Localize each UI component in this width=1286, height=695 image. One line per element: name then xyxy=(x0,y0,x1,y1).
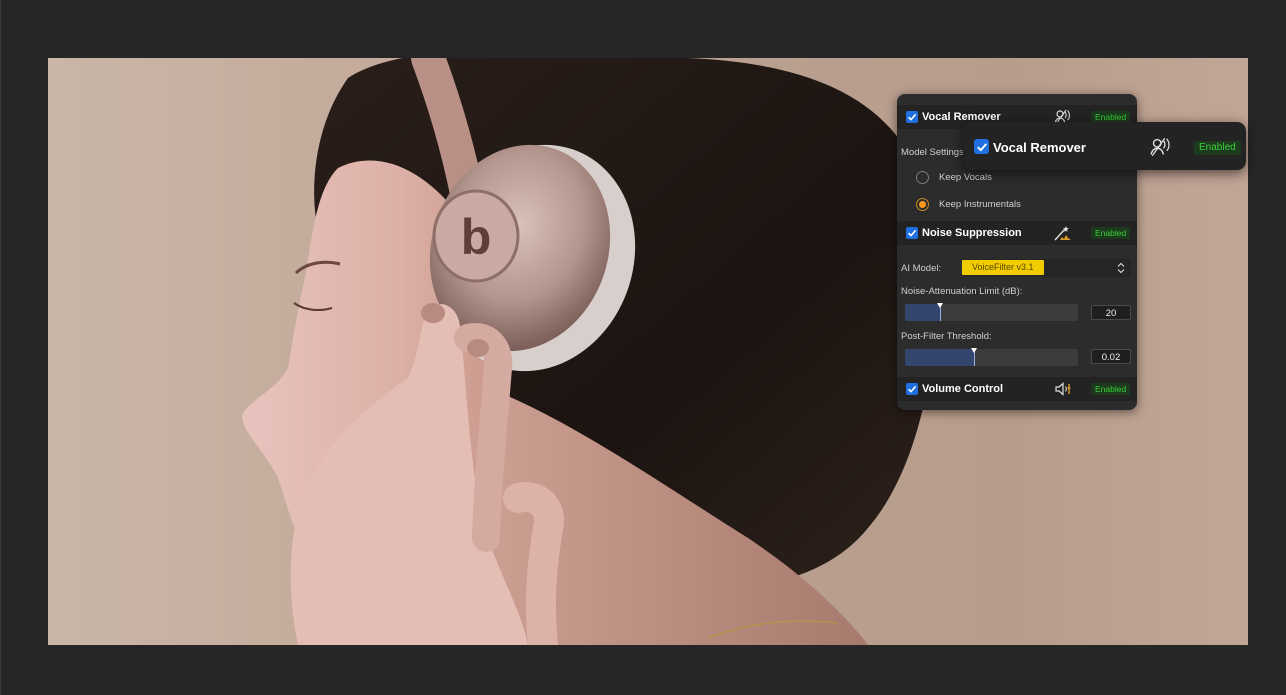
volume-control-status-badge: Enabled xyxy=(1091,383,1131,395)
attenuation-label: Noise-Attenuation Limit (dB): xyxy=(901,286,1023,297)
checkmark-icon xyxy=(907,229,917,237)
vocal-remover-zoom-card: Vocal Remover Enabled xyxy=(963,122,1246,170)
svg-text:b: b xyxy=(461,209,492,265)
attenuation-slider-fill xyxy=(905,304,940,321)
ai-model-value: VoiceFilter v3.1 xyxy=(962,260,1044,275)
vocal-remover-icon[interactable] xyxy=(1149,137,1173,162)
checkmark-icon xyxy=(907,113,917,121)
model-settings-label: Model Settings: xyxy=(901,147,967,158)
checkmark-icon xyxy=(907,385,917,393)
threshold-slider[interactable] xyxy=(905,348,1078,366)
volume-control-title: Volume Control xyxy=(922,383,1004,395)
zoom-vocal-remover-checkbox[interactable] xyxy=(974,139,989,154)
frame-edge xyxy=(0,0,1,695)
magic-wand-icon[interactable] xyxy=(1054,225,1072,241)
select-arrows-icon xyxy=(1117,262,1125,274)
zoom-vocal-remover-title: Vocal Remover xyxy=(993,140,1086,155)
threshold-slider-thumb[interactable] xyxy=(971,348,977,366)
threshold-value-input[interactable]: 0.02 xyxy=(1091,349,1131,364)
threshold-label: Post-Filter Threshold: xyxy=(901,331,992,342)
volume-control-header: Volume Control Enabled xyxy=(897,377,1137,401)
keep-instrumentals-radio[interactable] xyxy=(916,198,929,211)
keep-vocals-radio[interactable] xyxy=(916,171,929,184)
keep-instrumentals-label: Keep Instrumentals xyxy=(939,199,1021,210)
vocal-remover-checkbox[interactable] xyxy=(906,111,918,123)
keep-vocals-label: Keep Vocals xyxy=(939,172,992,183)
attenuation-slider[interactable] xyxy=(905,303,1078,321)
threshold-slider-fill xyxy=(905,349,974,366)
noise-suppression-title: Noise Suppression xyxy=(922,227,1022,239)
option-keep-vocals[interactable]: Keep Vocals xyxy=(916,171,992,184)
ai-model-label: AI Model: xyxy=(901,263,942,274)
attenuation-value-input[interactable]: 20 xyxy=(1091,305,1131,320)
ai-model-select[interactable]: VoiceFilter v3.1 xyxy=(962,259,1131,277)
checkmark-icon xyxy=(976,142,987,152)
zoom-status-badge: Enabled xyxy=(1194,141,1241,155)
noise-suppression-header: Noise Suppression Enabled xyxy=(897,221,1137,245)
volume-control-checkbox[interactable] xyxy=(906,383,918,395)
speaker-icon[interactable] xyxy=(1054,381,1072,397)
option-keep-instrumentals[interactable]: Keep Instrumentals xyxy=(916,198,1021,211)
noise-suppression-checkbox[interactable] xyxy=(906,227,918,239)
attenuation-slider-thumb[interactable] xyxy=(937,303,943,321)
noise-suppression-status-badge: Enabled xyxy=(1091,227,1131,239)
